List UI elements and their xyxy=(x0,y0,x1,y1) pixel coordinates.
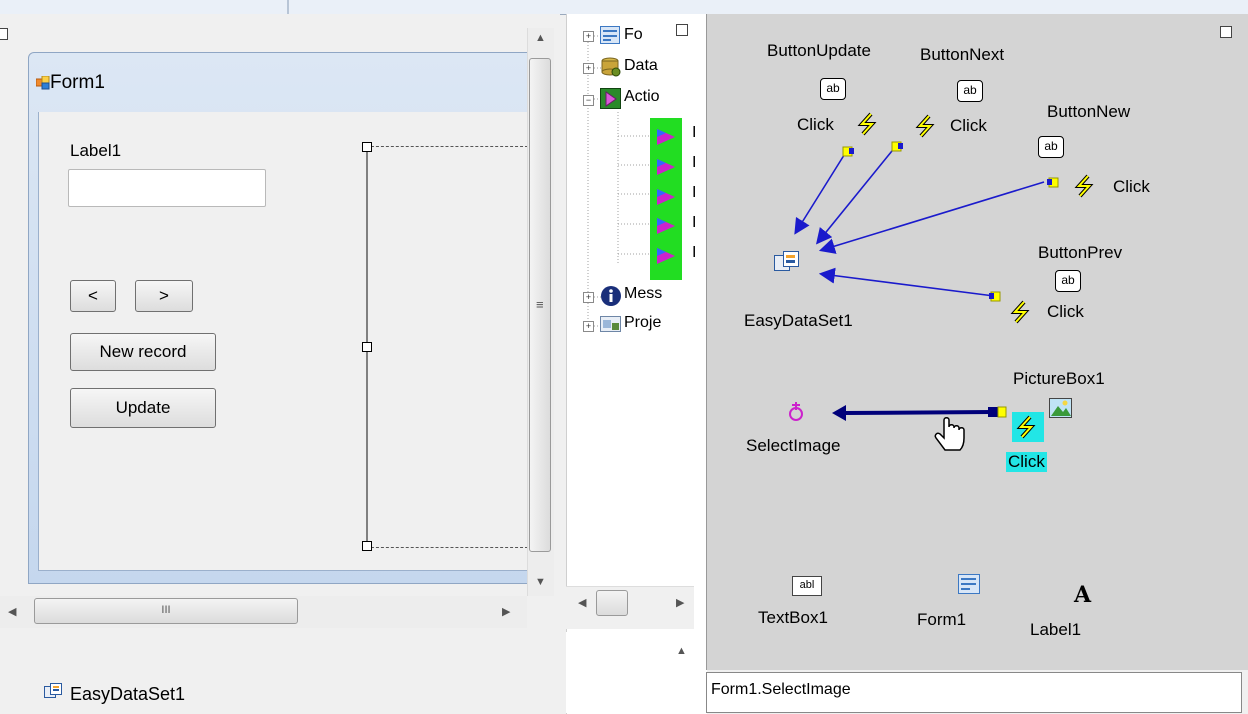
tree-node-messages[interactable]: Mess xyxy=(624,285,670,303)
tree-node-forms[interactable]: Fo xyxy=(624,26,668,44)
scroll-up-icon[interactable]: ▲ xyxy=(676,645,687,657)
action-item-icon xyxy=(654,156,678,183)
button-icon: ab xyxy=(957,80,983,102)
resize-handle-bottom-left[interactable] xyxy=(362,541,372,551)
picturebox1-node[interactable]: PictureBox1 xyxy=(1013,369,1105,389)
scroll-left-icon[interactable]: ◀ xyxy=(8,605,16,618)
button-prev-node[interactable]: ButtonPrev xyxy=(1038,243,1122,263)
lightning-icon xyxy=(915,114,937,143)
info-icon xyxy=(600,285,622,312)
scroll-right-icon[interactable]: ▶ xyxy=(502,605,510,618)
tree-collapse-icon[interactable]: − xyxy=(583,95,594,106)
textbox-icon: abl xyxy=(792,576,822,596)
scroll-up-icon[interactable]: ▲ xyxy=(535,32,546,44)
tree-node-data[interactable]: Data xyxy=(624,57,676,75)
label1-control[interactable]: Label1 xyxy=(70,141,121,161)
dataset-icon xyxy=(44,683,62,704)
easydataset1-node[interactable]: EasyDataSet1 xyxy=(744,311,853,331)
button-icon: ab xyxy=(1055,270,1081,292)
new-record-button[interactable]: New record xyxy=(70,333,216,371)
action-item-icon xyxy=(654,215,678,242)
tree-expander[interactable]: + xyxy=(583,321,594,332)
action-item-3[interactable]: I xyxy=(692,184,696,202)
button-next-click-event[interactable]: Click xyxy=(950,116,987,136)
action-item-5[interactable]: I xyxy=(692,244,696,262)
label-glyph-icon: A xyxy=(1074,582,1092,608)
action-item-icon xyxy=(654,186,678,213)
tree-scroll-thumb[interactable] xyxy=(596,590,628,616)
form-icon xyxy=(35,75,50,95)
button-new-click-event[interactable]: Click xyxy=(1113,177,1150,197)
picture-icon xyxy=(1049,398,1073,425)
method-icon xyxy=(786,400,806,427)
form-icon xyxy=(958,574,980,599)
button-new-node[interactable]: ButtonNew xyxy=(1047,102,1130,122)
button-icon: ab xyxy=(820,78,846,100)
action-item-2[interactable]: I xyxy=(692,154,696,172)
picturebox1-control[interactable] xyxy=(366,146,528,548)
event-connector-arrows xyxy=(794,141,1059,421)
selectimage-action-node[interactable]: SelectImage xyxy=(746,436,841,456)
lightning-icon xyxy=(1010,300,1032,329)
vertical-scroll-thumb[interactable]: ≡ xyxy=(529,58,551,552)
textbox1-control[interactable] xyxy=(68,169,266,207)
button-icon: ab xyxy=(1038,136,1064,158)
textbox1-node[interactable]: TextBox1 xyxy=(758,608,828,628)
picturebox1-click-event[interactable]: Click xyxy=(1006,452,1047,472)
action-item-1[interactable]: I xyxy=(692,124,696,142)
component-tray-easydataset1[interactable]: EasyDataSet1 xyxy=(70,684,185,705)
next-button[interactable]: > xyxy=(135,280,193,312)
tree-expander[interactable]: + xyxy=(583,63,594,74)
document-tab-strip xyxy=(0,0,1248,15)
resize-handle-top-left[interactable] xyxy=(362,142,372,152)
tree-node-actions[interactable]: Actio xyxy=(624,88,670,106)
horizontal-scroll-thumb[interactable]: III xyxy=(34,598,298,624)
scroll-left-icon[interactable]: ◀ xyxy=(578,596,586,609)
project-node-icon xyxy=(600,314,622,339)
action-item-icon xyxy=(654,126,678,153)
button-prev-click-event[interactable]: Click xyxy=(1047,302,1084,322)
tree-expander[interactable]: + xyxy=(583,292,594,303)
form-title: Form1 xyxy=(50,72,105,93)
lightning-icon xyxy=(1074,174,1096,203)
dataset-icon xyxy=(774,251,800,278)
action-item-icon xyxy=(654,245,678,272)
scroll-right-icon[interactable]: ▶ xyxy=(676,596,684,609)
action-item-4[interactable]: I xyxy=(692,214,696,232)
tree-expander[interactable]: + xyxy=(583,31,594,42)
form-node-icon xyxy=(600,26,620,49)
form1-node[interactable]: Form1 xyxy=(917,610,966,630)
designer-corner-marker xyxy=(0,28,8,40)
grip-icon: ≡ xyxy=(536,297,544,312)
button-update-click-event[interactable]: Click xyxy=(797,115,834,135)
scroll-down-icon[interactable]: ▼ xyxy=(535,576,546,588)
tree-node-project[interactable]: Proje xyxy=(624,314,670,332)
tree-corner-marker xyxy=(676,24,688,36)
button-update-node[interactable]: ButtonUpdate xyxy=(767,41,871,61)
label1-node[interactable]: Label1 xyxy=(1030,620,1081,640)
prev-button[interactable]: < xyxy=(70,280,116,312)
actions-node-icon xyxy=(600,88,622,115)
lightning-icon xyxy=(1016,415,1038,444)
lightning-icon xyxy=(857,112,879,141)
update-button[interactable]: Update xyxy=(70,388,216,428)
resize-handle-middle-left[interactable] xyxy=(362,342,372,352)
hand-cursor-icon xyxy=(932,416,968,463)
database-node-icon xyxy=(600,56,622,83)
selected-action-textbox[interactable]: Form1.SelectImage xyxy=(706,672,1242,713)
button-next-node[interactable]: ButtonNext xyxy=(920,45,1004,65)
